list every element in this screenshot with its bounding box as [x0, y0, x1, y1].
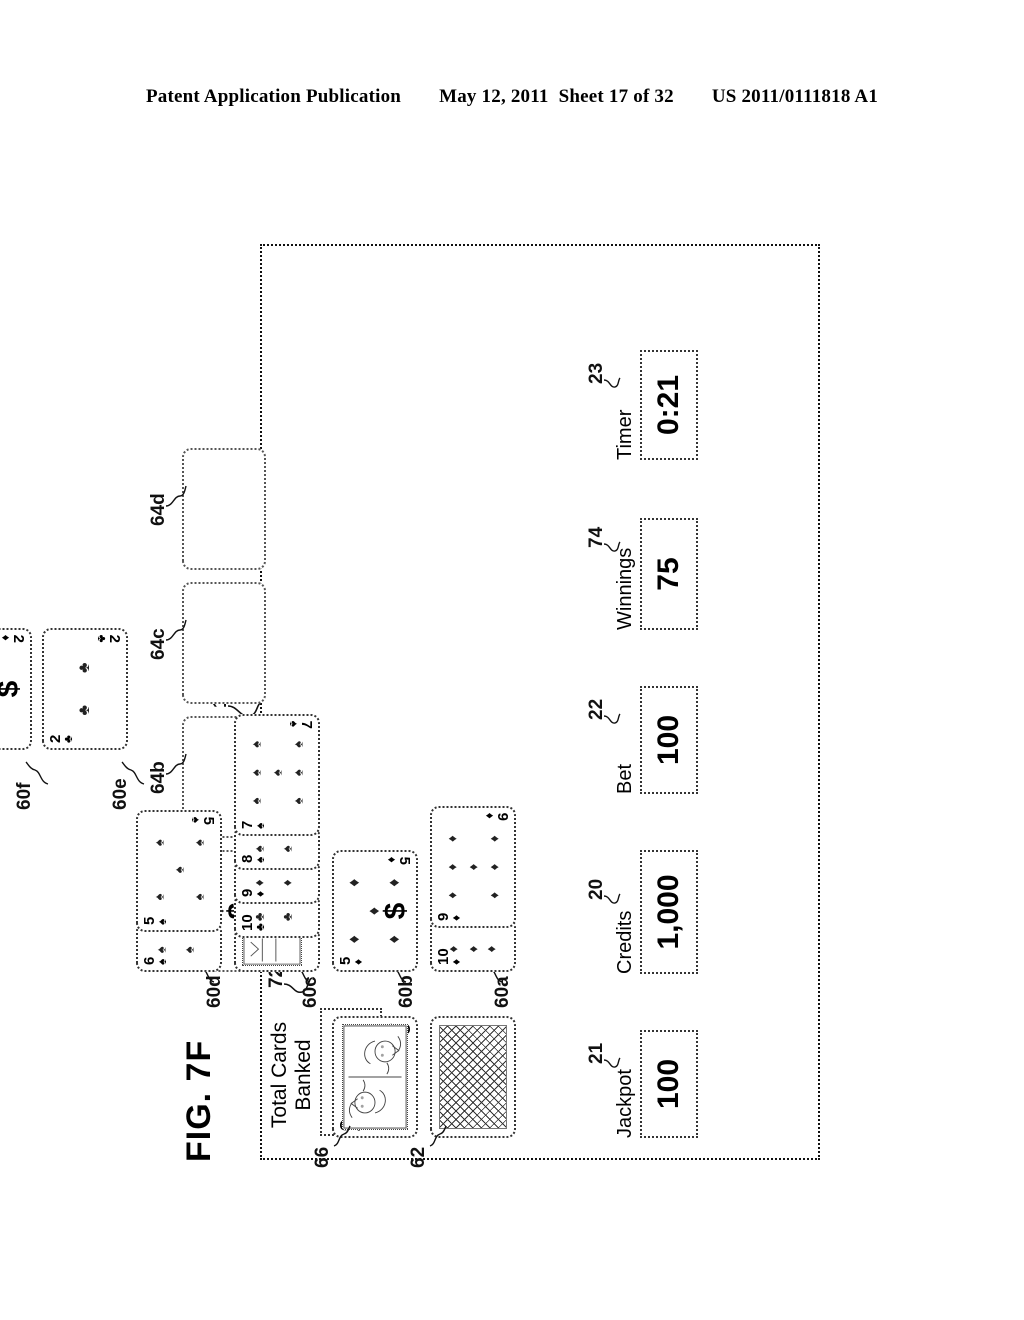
hand-60b-card-1[interactable]: 5 ♦ 5 ♦ ♦ ♦ ♦ ♦ ♦ $ — [332, 850, 418, 972]
ref-64d-leader — [165, 482, 188, 508]
banked-label-line2: Banked — [292, 1039, 316, 1111]
hand-60a-card-2[interactable]: 9 ♦ 9 ♦ ♦ ♦ ♦ ♦ ♦ ♦ ♦ — [430, 806, 516, 928]
bet-label: Bet — [614, 763, 636, 794]
hand-60d-card-2[interactable]: 5 ♠ 5 ♠ ♠ ♠ ♠ ♠ ♠ — [136, 810, 222, 932]
hand-60c-card-5[interactable]: 7 ♠ 7 ♠ ♠ ♠ ♠ ♠ ♠ ♠ ♠ — [234, 714, 320, 836]
card-pips: ♦ ♦ ♦ ♦ ♦ ♦ ♦ — [444, 835, 502, 899]
ref-64c-leader — [165, 616, 188, 642]
ref-60f-label: 60f — [14, 782, 35, 810]
ref-20-leader — [603, 880, 622, 904]
bank-slot-64d[interactable] — [182, 448, 266, 570]
total-cards-banked-label: Total Cards Banked — [268, 1010, 316, 1140]
face-card-artwork — [342, 1024, 408, 1130]
face-card-artwork — [242, 934, 302, 966]
discard-card-66[interactable]: Q♣ Q♣ — [332, 1016, 418, 1138]
card-pips: ♣ ♣ — [76, 662, 93, 716]
credits-label: Credits — [614, 910, 636, 974]
credits-value: 1,000 — [640, 850, 698, 974]
ref-74-leader — [603, 528, 622, 552]
bet-value: 100 — [640, 686, 698, 794]
card-deck-62[interactable] — [430, 1016, 516, 1138]
ref-66-label: 66 — [312, 1146, 333, 1168]
banked-label-line1: Total Cards — [268, 1021, 291, 1129]
ref-21-leader — [603, 1044, 622, 1068]
hand-60f-card-1[interactable]: 2♦ 2♦ ♦ ♦ $ — [0, 628, 32, 750]
ref-23-leader — [603, 364, 622, 388]
ref-62-label: 62 — [408, 1146, 429, 1168]
card-pips: ♠ ♠ ♠ ♠ ♠ ♠ ♠ — [248, 740, 306, 805]
ref-60f-leader — [25, 760, 50, 786]
winnings-value: 75 — [640, 518, 698, 630]
ref-64b-leader — [165, 750, 188, 776]
ref-22-leader — [603, 700, 622, 724]
ref-62-leader — [429, 1124, 450, 1147]
timer-label: Timer — [614, 409, 636, 460]
ref-60e-leader — [121, 760, 146, 786]
winnings-label: Winnings — [614, 547, 636, 630]
figure-label: FIG. 7F — [180, 1039, 218, 1162]
timer-value: 0:21 — [640, 350, 698, 460]
card-back-pattern — [439, 1025, 507, 1129]
figure-stage: FIG. 7F 16 Total Cards Banked 72 1 A♦ A♦… — [0, 160, 862, 1168]
jackpot-value: 100 — [640, 1030, 698, 1138]
figure-container: FIG. 7F 16 Total Cards Banked 72 1 A♦ A♦… — [0, 0, 1024, 1320]
hand-60e-card-1[interactable]: 2 ♣ 2 ♣ ♣ ♣ — [42, 628, 128, 750]
bank-slot-64c[interactable] — [182, 582, 266, 704]
dollar-icon: $ — [0, 681, 26, 698]
ref-66-leader — [333, 1124, 354, 1147]
jackpot-label: Jackpot — [614, 1069, 636, 1138]
card-pips: ♠ ♠ ♠ ♠ ♠ — [151, 839, 207, 901]
dollar-icon: $ — [379, 902, 413, 920]
